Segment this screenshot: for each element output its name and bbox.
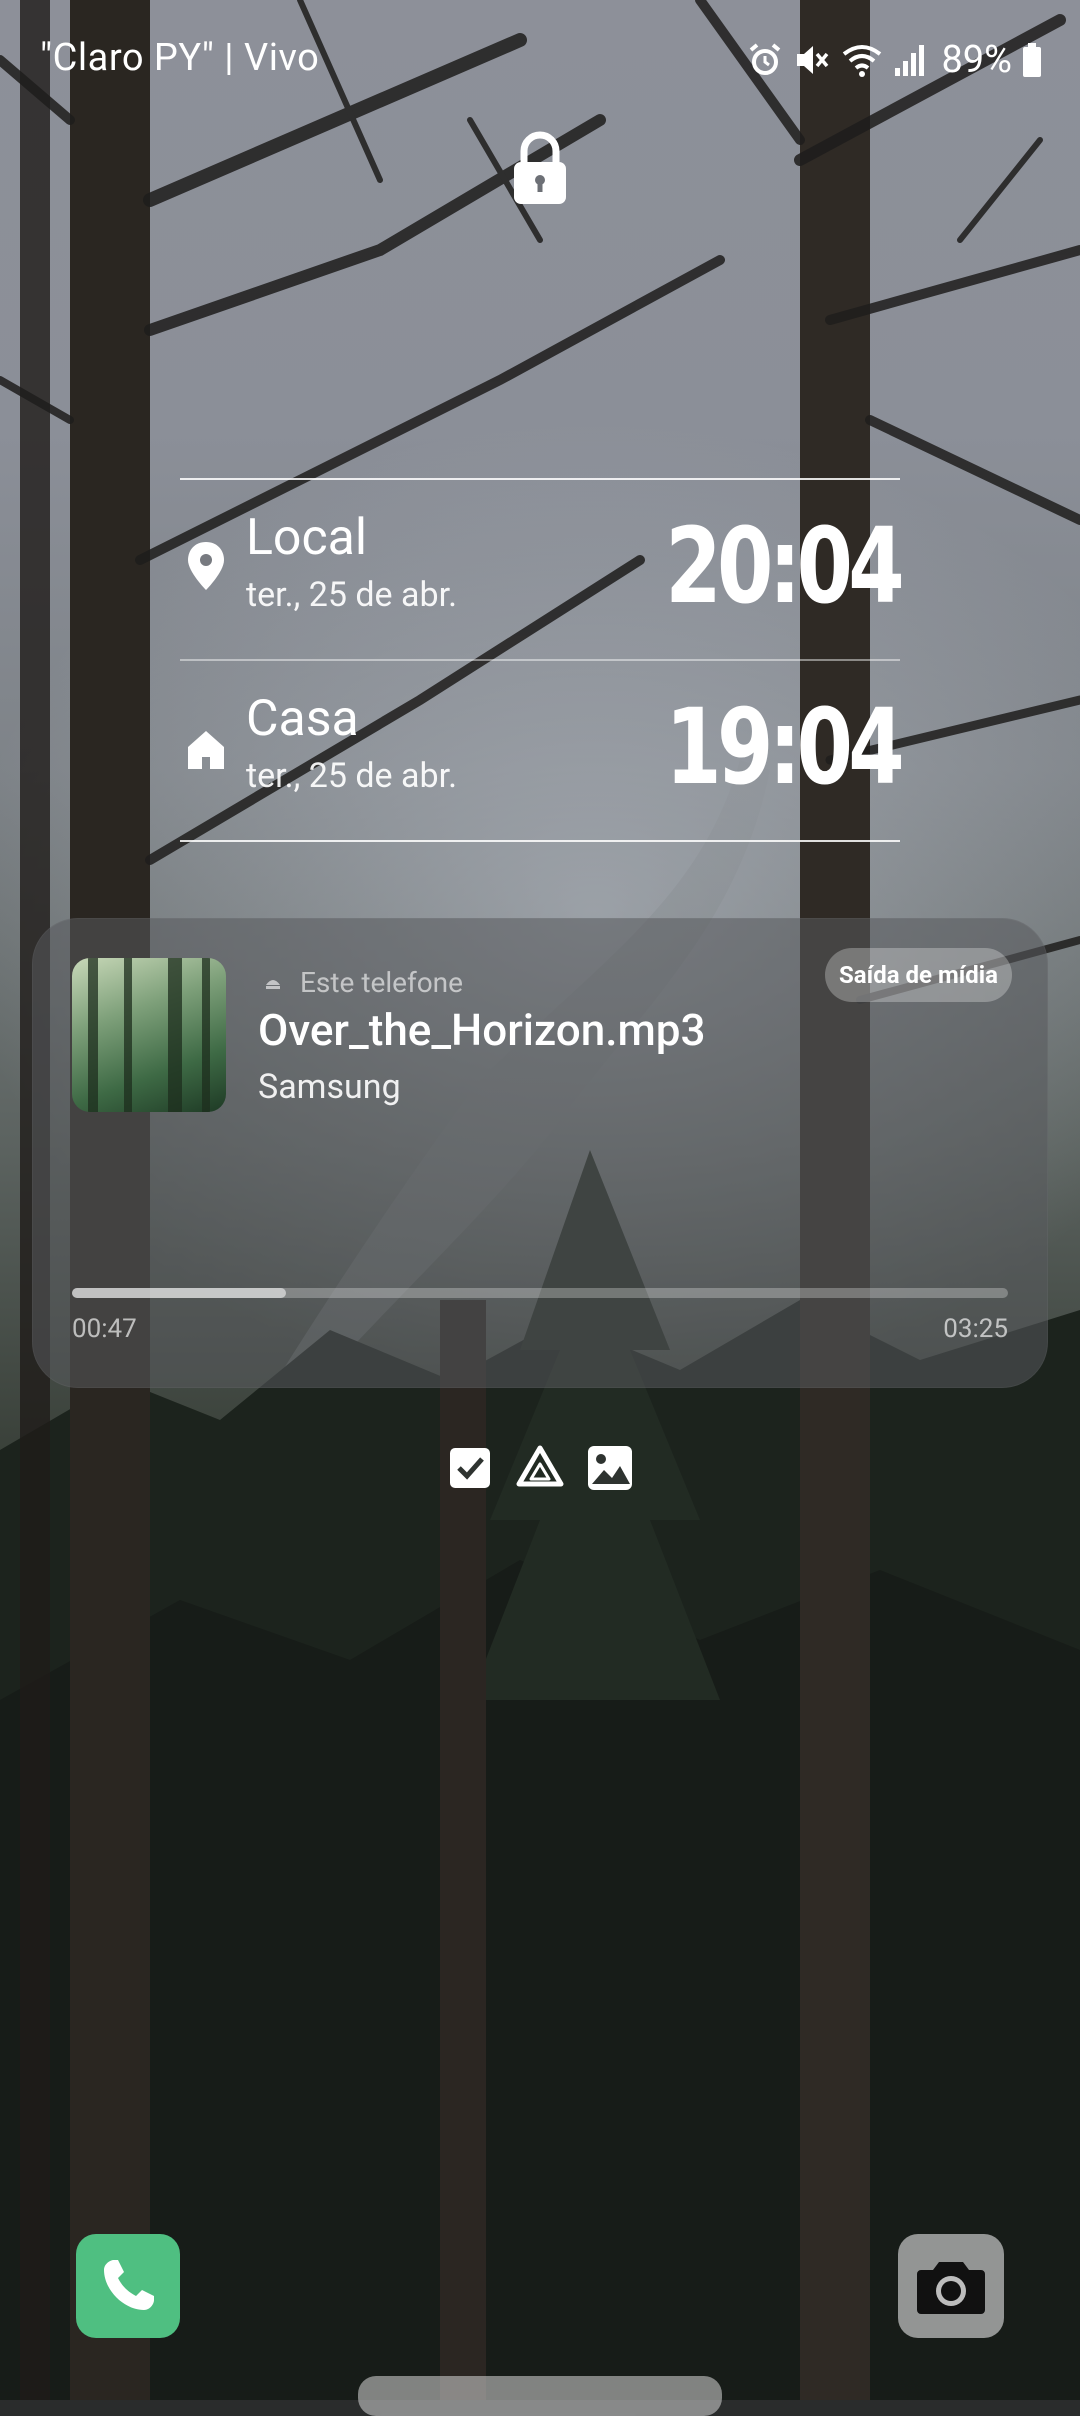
track-title: Over_the_Horizon.mp3	[258, 1004, 706, 1056]
phone-icon	[104, 2260, 154, 2310]
seek-bar-progress	[72, 1288, 287, 1298]
total-time: 03:25	[943, 1314, 1008, 1344]
album-art[interactable]	[72, 958, 226, 1112]
elapsed-time: 00:47	[72, 1314, 137, 1344]
battery-percent: 89%	[941, 38, 1012, 82]
dual-clock-widget[interactable]: Local ter., 25 de abr. 20:04 Casa ter., …	[180, 478, 905, 842]
location-pin-icon	[188, 542, 224, 590]
mute-icon	[797, 46, 829, 74]
clock-date: ter., 25 de abr.	[246, 575, 458, 615]
drive-icon[interactable]	[514, 1442, 566, 1494]
alarm-icon	[750, 43, 781, 75]
status-bar: "Claro PY" | Vivo 89%	[0, 0, 1080, 120]
checklist-icon[interactable]	[444, 1442, 496, 1494]
lock-icon	[514, 131, 566, 204]
clock-row-home: Casa ter., 25 de abr. 19:04	[180, 659, 905, 839]
phone-device-icon	[266, 980, 280, 989]
clock-time: 19:04	[665, 686, 904, 808]
clock-time: 20:04	[665, 505, 904, 627]
divider	[180, 840, 900, 842]
home-icon	[188, 731, 224, 769]
wifi-icon	[843, 45, 882, 77]
battery-icon	[1023, 43, 1041, 77]
seek-bar[interactable]	[72, 1288, 1008, 1298]
camera-shortcut[interactable]	[898, 2234, 1004, 2338]
home-gesture-handle[interactable]	[358, 2376, 722, 2416]
media-source-label: Este telefone	[300, 965, 463, 999]
notification-icons[interactable]	[444, 1442, 636, 1496]
gallery-icon[interactable]	[584, 1442, 636, 1494]
phone-shortcut[interactable]	[76, 2234, 180, 2338]
media-source: Este telefone	[264, 962, 463, 1002]
status-icons: 89%	[747, 36, 1042, 84]
clock-row-local: Local ter., 25 de abr. 20:04	[180, 478, 905, 658]
clock-city: Local	[246, 509, 367, 567]
track-artist: Samsung	[258, 1067, 401, 1107]
clock-city: Casa	[246, 690, 359, 748]
signal-icon	[895, 45, 925, 76]
media-player-card[interactable]: Este telefone Saída de mídia Over_the_Ho…	[32, 918, 1048, 1388]
camera-icon	[917, 2262, 985, 2314]
clock-date: ter., 25 de abr.	[246, 756, 458, 796]
media-output-button[interactable]: Saída de mídia	[825, 948, 1012, 1002]
carrier-label: "Claro PY" | Vivo	[40, 36, 320, 80]
